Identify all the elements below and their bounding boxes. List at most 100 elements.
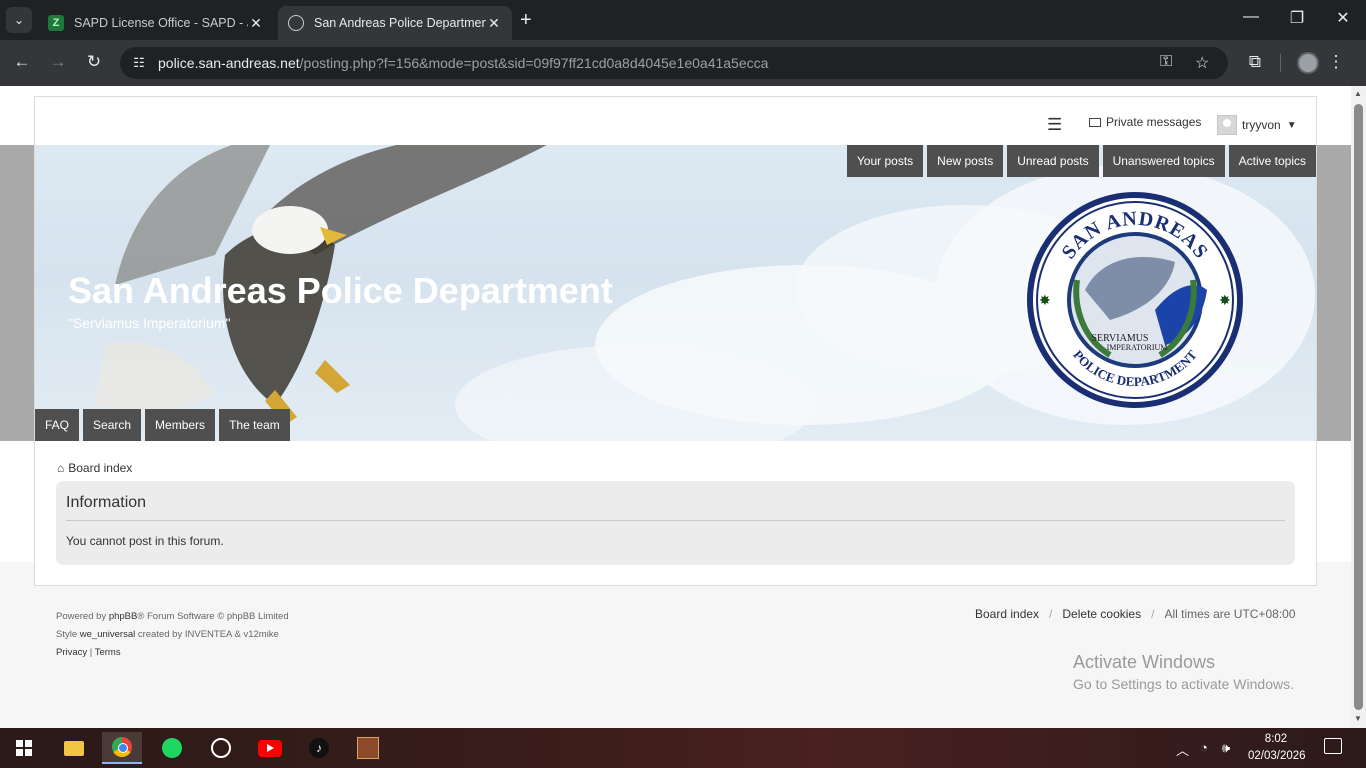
chatgpt-taskbar-button[interactable]: [201, 732, 241, 764]
watermark-line-2: Go to Settings to activate Windows.: [1073, 676, 1294, 692]
sapd-badge-logo: SAN ANDREAS POLICE DEPARTMENT SERVIAMUS …: [1027, 192, 1243, 408]
browser-tab-strip: ⌄ Z SAPD License Office - SAPD - Jo ✕ Sa…: [0, 0, 1366, 40]
file-explorer-button[interactable]: [54, 732, 94, 764]
search-link[interactable]: Search: [83, 409, 142, 441]
footer-separator: |: [89, 647, 93, 658]
badge-star-icon: ✸: [1219, 292, 1231, 308]
youtube-taskbar-button[interactable]: [250, 732, 290, 764]
minimize-button[interactable]: —: [1236, 8, 1266, 26]
volume-icon[interactable]: 🕪: [1222, 740, 1230, 756]
site-title[interactable]: San Andreas Police Department: [68, 270, 613, 312]
tab-title: San Andreas Police Department: [314, 16, 486, 30]
chevron-up-icon[interactable]: ︿: [1176, 740, 1189, 759]
url-text: police.san-andreas.net/posting.php?f=156…: [158, 55, 769, 71]
software-credit: ® Forum Software © phpBB Limited: [137, 611, 289, 622]
windows-logo-icon: [16, 740, 32, 756]
footer-credits: Powered by phpBB® Forum Software © phpBB…: [56, 608, 289, 662]
quick-links-bar: Your posts New posts Unread posts Unansw…: [846, 145, 1316, 177]
game-taskbar-button[interactable]: [348, 732, 388, 764]
address-bar[interactable]: ☷ police.san-andreas.net/posting.php?f=1…: [120, 47, 1228, 79]
forward-arrow-icon[interactable]: →: [46, 52, 70, 72]
watermark-line-1: Activate Windows: [1073, 652, 1216, 672]
close-tab-icon[interactable]: ✕: [486, 15, 502, 32]
forum-wrap: ☰ Private messages tryyvon ▼ San Andreas…: [34, 96, 1317, 586]
active-topics-link[interactable]: Active topics: [1228, 145, 1316, 177]
new-tab-button[interactable]: +: [520, 10, 532, 30]
windows-taskbar: ♪ ︿ ◔ 🕪 8:02 02/03/2026: [0, 728, 1366, 768]
profile-avatar[interactable]: [1297, 52, 1319, 74]
maximize-button[interactable]: ❐: [1282, 8, 1312, 28]
badge-star-icon: ✸: [1039, 292, 1051, 308]
members-link[interactable]: Members: [145, 409, 216, 441]
folder-icon: [64, 740, 84, 756]
panel-divider: [66, 520, 1285, 521]
private-messages-label: Private messages: [1106, 115, 1202, 129]
key-icon[interactable]: ⚿: [1160, 53, 1172, 71]
home-icon: ⌂: [57, 461, 65, 475]
panel-message: You cannot post in this forum.: [66, 534, 224, 548]
start-button[interactable]: [4, 732, 44, 764]
close-window-button[interactable]: ✕: [1328, 8, 1358, 28]
new-posts-link[interactable]: New posts: [927, 145, 1004, 177]
delete-cookies-link[interactable]: Delete cookies: [1062, 607, 1141, 621]
phpbb-link[interactable]: phpBB: [109, 611, 138, 622]
user-menu[interactable]: tryyvon ▼: [1217, 115, 1297, 135]
username: tryyvon: [1242, 118, 1281, 132]
user-avatar: [1217, 115, 1237, 135]
globe-favicon-icon: [288, 15, 304, 31]
terms-link[interactable]: Terms: [95, 647, 121, 658]
board-index-breadcrumb[interactable]: Board index: [68, 461, 132, 475]
system-clock[interactable]: 8:02 02/03/2026: [1248, 731, 1306, 765]
sapd-favicon-icon: Z: [48, 15, 64, 31]
activate-windows-watermark: Activate Windows Go to Settings to activ…: [1073, 652, 1294, 692]
information-panel: Information You cannot post in this foru…: [56, 481, 1295, 565]
tab-sapd-license-office[interactable]: Z SAPD License Office - SAPD - Jo ✕: [38, 6, 274, 40]
page-scrollbar[interactable]: ▲ ▼: [1351, 86, 1366, 728]
star-icon[interactable]: ☆: [1195, 53, 1209, 73]
footer-board-index-link[interactable]: Board index: [975, 607, 1039, 621]
chevron-down-icon: ⌄: [13, 13, 25, 27]
scroll-up-icon[interactable]: ▲: [1354, 89, 1362, 98]
tab-title: SAPD License Office - SAPD - Jo: [74, 16, 248, 30]
your-posts-link[interactable]: Your posts: [846, 145, 924, 177]
clock-time: 8:02: [1264, 733, 1288, 745]
more-menu-icon[interactable]: ⋮: [1324, 52, 1348, 72]
scroll-down-icon[interactable]: ▼: [1354, 714, 1362, 723]
timezone-text: All times are UTC+08:00: [1164, 607, 1296, 621]
unread-posts-link[interactable]: Unread posts: [1007, 145, 1099, 177]
style-label: Style: [56, 629, 78, 640]
hamburger-menu-icon[interactable]: ☰: [1047, 115, 1062, 135]
style-name: we_universal: [79, 629, 136, 640]
scrollbar-thumb[interactable]: [1354, 104, 1363, 710]
extensions-icon[interactable]: ⧉: [1243, 52, 1267, 72]
badge-motto-2: IMPERATORIUM: [1107, 343, 1168, 352]
privacy-link[interactable]: Privacy: [56, 647, 87, 658]
faq-link[interactable]: FAQ: [35, 409, 80, 441]
tab-search-button[interactable]: ⌄: [6, 7, 32, 33]
private-messages-link[interactable]: Private messages: [1089, 115, 1201, 129]
tab-san-andreas-police[interactable]: San Andreas Police Department ✕: [278, 6, 512, 40]
page-viewport: ☰ Private messages tryyvon ▼ San Andreas…: [0, 86, 1351, 728]
game-icon: [357, 737, 379, 759]
back-arrow-icon[interactable]: ←: [10, 52, 34, 72]
browser-toolbar: ← → ↻ ☷ police.san-andreas.net/posting.p…: [0, 40, 1366, 86]
unanswered-topics-link[interactable]: Unanswered topics: [1102, 145, 1225, 177]
the-team-link[interactable]: The team: [219, 409, 290, 441]
chatgpt-icon: [211, 738, 231, 758]
footer-links: Board index / Delete cookies / All times…: [975, 607, 1296, 621]
inbox-icon: [1089, 117, 1101, 127]
site-info-icon[interactable]: ☷: [130, 55, 148, 71]
forum-header-banner: San Andreas Police Department "Serviamus…: [35, 145, 1316, 441]
wifi-icon[interactable]: ◔: [1200, 740, 1208, 755]
notification-icon[interactable]: [1324, 738, 1342, 754]
tiktok-icon: ♪: [309, 738, 329, 758]
reload-icon[interactable]: ↻: [82, 52, 106, 72]
chrome-icon: [112, 737, 132, 757]
close-tab-icon[interactable]: ✕: [248, 15, 264, 32]
footer-separator: /: [1049, 607, 1053, 621]
spotify-icon: [162, 738, 182, 758]
spotify-taskbar-button[interactable]: [152, 732, 192, 764]
tiktok-taskbar-button[interactable]: ♪: [299, 732, 339, 764]
main-nav-bar: FAQ Search Members The team: [35, 409, 290, 441]
chrome-taskbar-button[interactable]: [102, 732, 142, 764]
